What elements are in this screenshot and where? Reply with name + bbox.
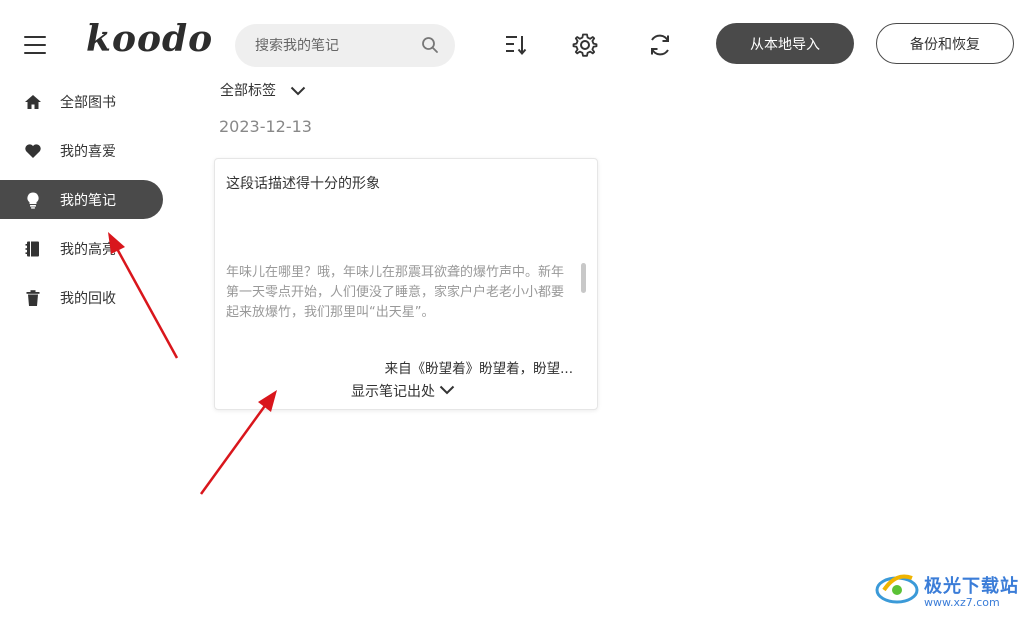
scrollbar[interactable] (581, 263, 586, 293)
sync-icon[interactable] (645, 30, 675, 60)
search-icon[interactable] (421, 36, 439, 58)
show-source-toggle[interactable]: 显示笔记出处 (351, 381, 455, 401)
sidebar-item-label: 我的回收 (60, 290, 116, 307)
tag-filter-label: 全部标签 (220, 83, 276, 99)
backup-button[interactable]: 备份和恢复 (876, 23, 1014, 64)
sidebar-item-notes[interactable]: 我的笔记 (0, 180, 163, 219)
note-text: 这段话描述得十分的形象 (226, 176, 380, 192)
note-date: 2023-12-13 (219, 117, 312, 136)
watermark-title: 极光下载站 (924, 575, 1019, 597)
import-button[interactable]: 从本地导入 (716, 23, 854, 64)
app-logo: koodo (86, 18, 214, 60)
trash-icon (24, 289, 42, 307)
sidebar-item-label: 我的笔记 (60, 192, 116, 209)
chevron-down-icon (435, 383, 455, 399)
chevron-down-icon (290, 81, 306, 100)
sidebar: 全部图书 我的喜爱 我的笔记 我的高亮 我的回收 (0, 82, 170, 327)
sidebar-item-all-books[interactable]: 全部图书 (0, 82, 163, 121)
note-card[interactable]: 这段话描述得十分的形象 年味儿在哪里？哦，年味儿在那震耳欲聋的爆竹声中。新年第一… (214, 158, 598, 410)
watermark-logo-icon (874, 568, 920, 612)
quote-text: 年味儿在哪里？哦，年味儿在那震耳欲聋的爆竹声中。新年第一天零点开始，人们便没了睡… (226, 265, 565, 320)
heart-icon (24, 142, 42, 160)
note-source: 来自《盼望着》盼望着，盼望... (384, 361, 573, 377)
tag-filter-dropdown[interactable]: 全部标签 (220, 80, 306, 100)
sidebar-item-favorites[interactable]: 我的喜爱 (0, 131, 163, 170)
lightbulb-icon (24, 191, 42, 209)
sidebar-item-label: 全部图书 (60, 94, 116, 111)
search-box[interactable] (235, 24, 455, 67)
search-input[interactable] (235, 24, 405, 67)
watermark: 极光下载站 www.xz7.com (874, 568, 1019, 612)
notebook-icon (24, 240, 42, 258)
sidebar-item-highlights[interactable]: 我的高亮 (0, 229, 163, 268)
sidebar-item-trash[interactable]: 我的回收 (0, 278, 163, 317)
sort-icon[interactable] (500, 30, 530, 60)
gear-icon[interactable] (570, 30, 600, 60)
home-icon (24, 93, 42, 111)
sidebar-item-label: 我的喜爱 (60, 143, 116, 160)
show-source-label: 显示笔记出处 (351, 384, 435, 400)
menu-icon[interactable] (24, 36, 46, 56)
sidebar-item-label: 我的高亮 (60, 241, 116, 258)
